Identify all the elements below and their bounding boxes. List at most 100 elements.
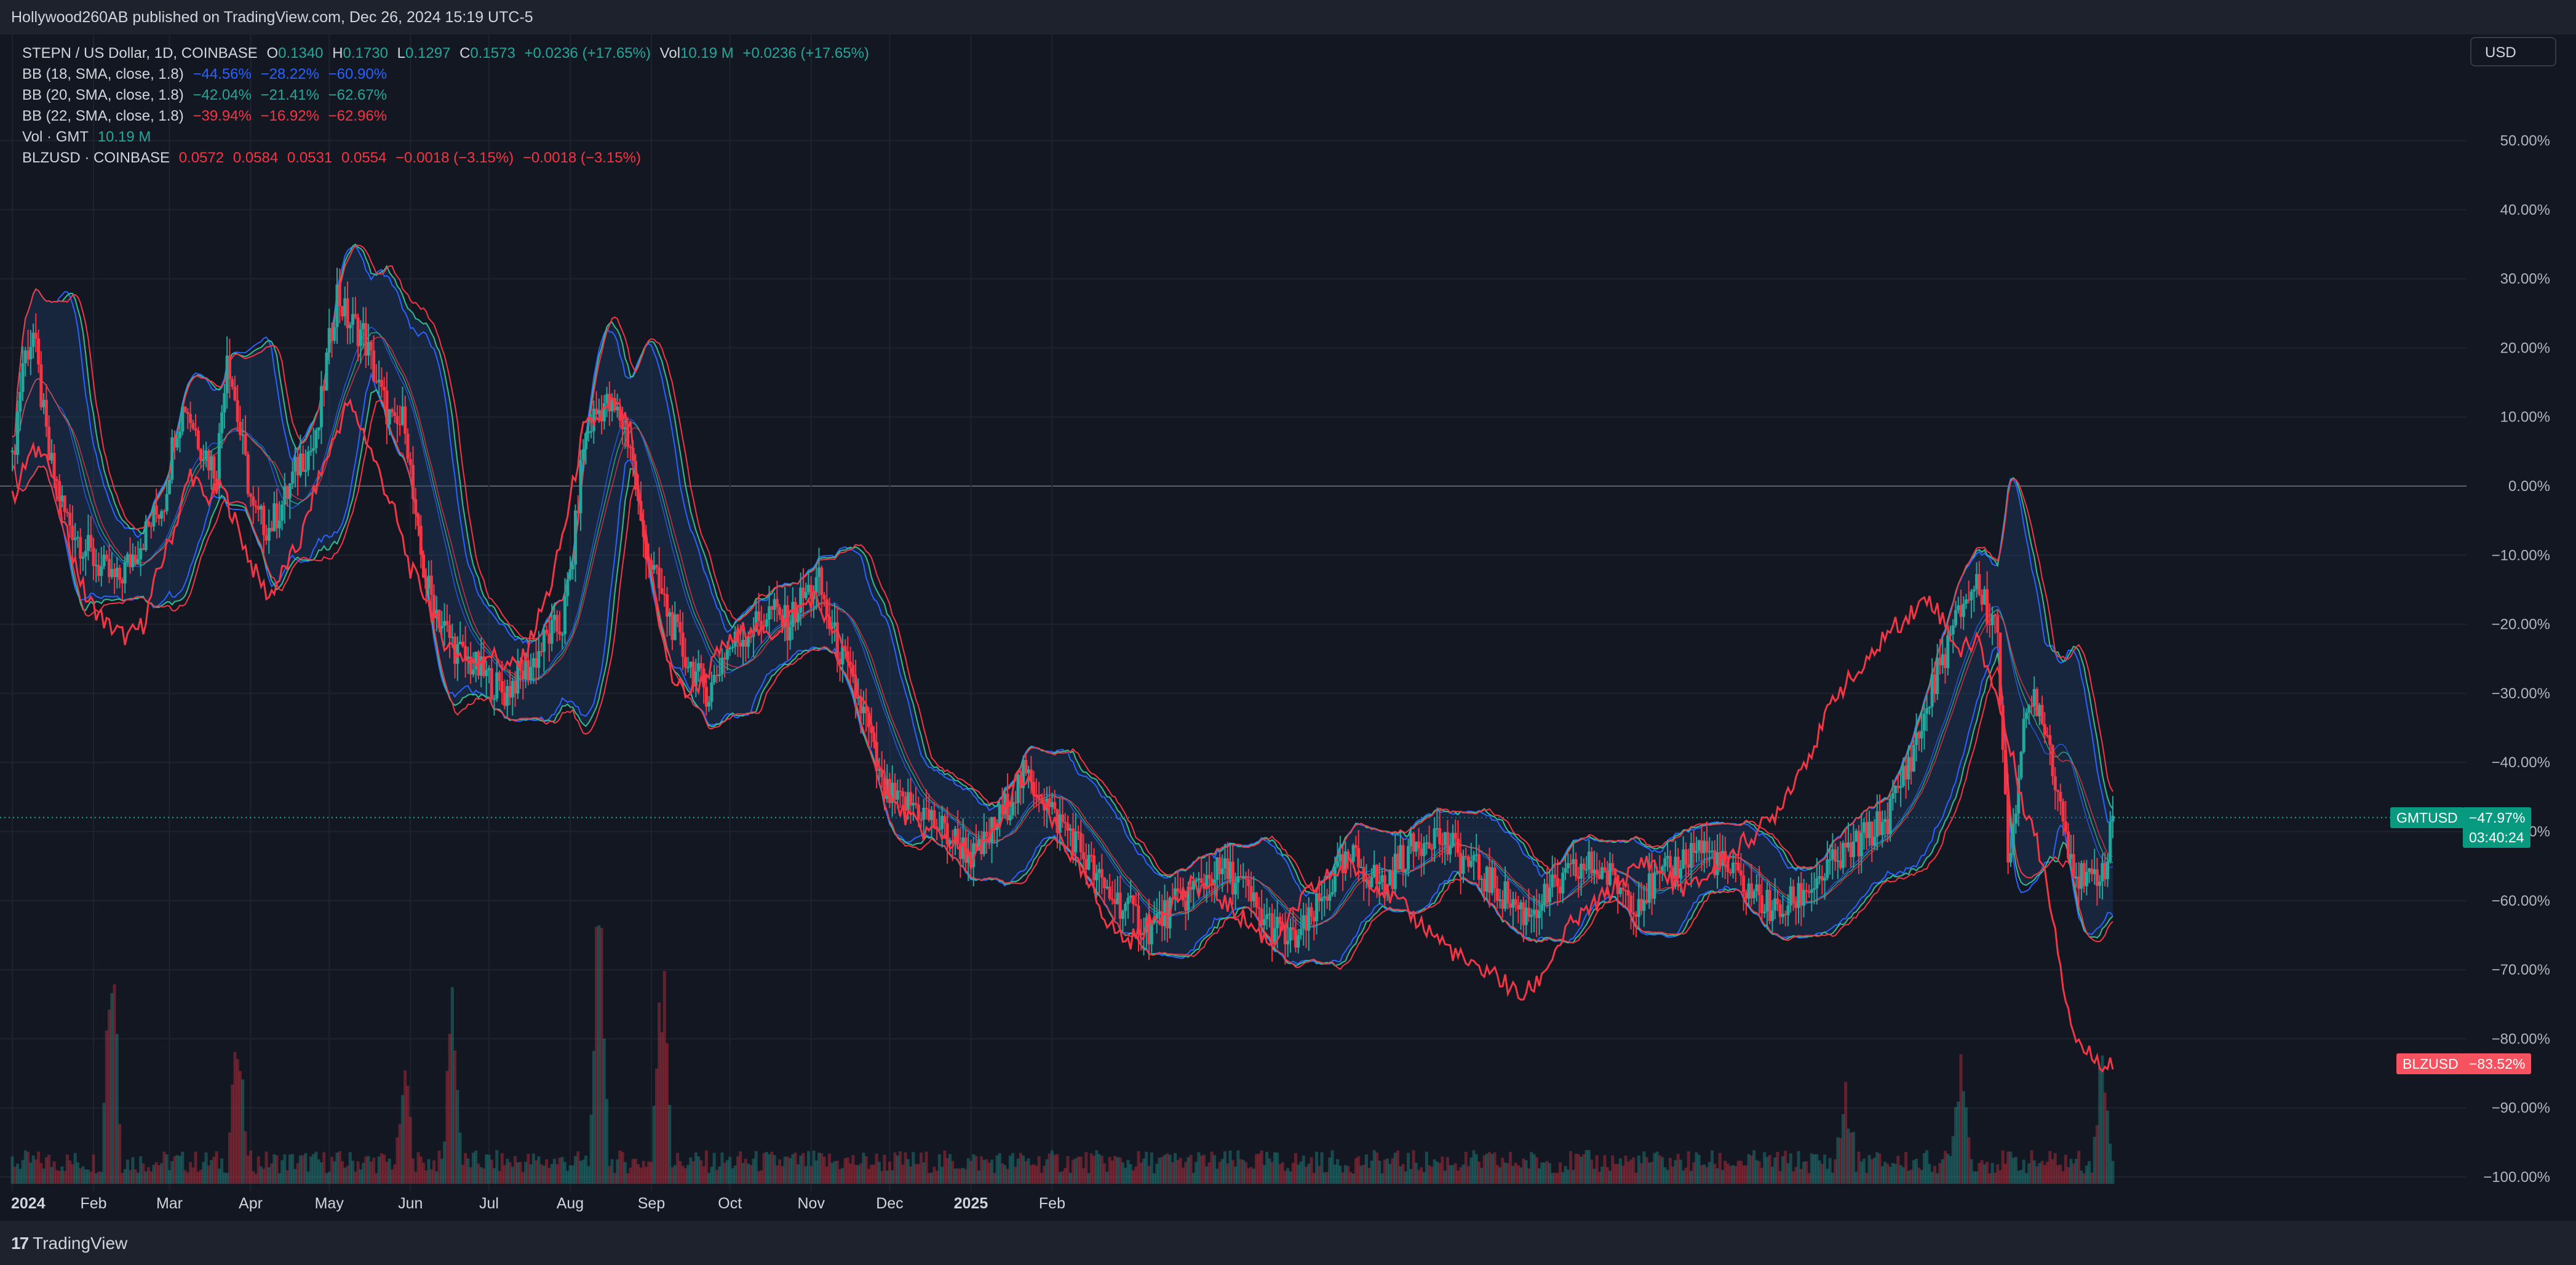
gmt-candle-body	[621, 420, 624, 429]
volume-bar	[1726, 1163, 1730, 1184]
gmt-candle-body	[1089, 855, 1093, 856]
volume-bar	[1501, 1157, 1505, 1184]
gmt-candle-body	[710, 682, 714, 702]
volume-bar	[765, 1152, 768, 1184]
volume-bar	[348, 1152, 352, 1184]
volume-bar	[789, 1158, 792, 1184]
volume-bar	[256, 1156, 260, 1184]
legend-bb22-row[interactable]: BB (22, SMA, close, 1.8) −39.94% −16.92%…	[22, 106, 874, 127]
gmt-candle-body	[277, 521, 281, 529]
volume-bar	[1875, 1152, 1879, 1184]
gmt-candle-body	[1574, 859, 1578, 877]
x-tick-label: 2025	[954, 1195, 988, 1212]
gmt-candle-body	[1488, 866, 1492, 893]
volume-bar	[1176, 1160, 1180, 1184]
volume-bar	[212, 1156, 216, 1184]
gmt-candle-body	[1414, 841, 1418, 852]
volume-bar	[1268, 1158, 1271, 1184]
gmt-candle-body	[1805, 890, 1808, 892]
volume-bar	[1749, 1155, 1753, 1184]
volume-bar	[1959, 1054, 1963, 1184]
volume-bar	[820, 1153, 824, 1184]
volume-bar	[1851, 1131, 1855, 1184]
legend-vol-row[interactable]: Vol · GMT 10.19 M	[22, 127, 874, 148]
volume-bar	[1621, 1165, 1625, 1184]
volume-bar	[359, 1169, 362, 1184]
volume-bar	[560, 1157, 564, 1184]
volume-bar	[1618, 1158, 1622, 1184]
gmt-candle-body	[1739, 870, 1743, 876]
gmt-candle-body	[133, 554, 137, 563]
tradingview-brand[interactable]: 17 TradingView	[11, 1234, 127, 1253]
gmt-candle-body	[1061, 814, 1064, 822]
volume-bar	[888, 1161, 891, 1184]
volume-bar	[812, 1150, 816, 1184]
gmt-candle-body	[1509, 903, 1513, 908]
x-tick-label: Mar	[156, 1195, 183, 1212]
volume-bar	[760, 1170, 763, 1184]
volume-bar	[1859, 1161, 1863, 1184]
volume-bar	[335, 1152, 339, 1184]
gmt-candle-body	[1443, 832, 1447, 845]
legend-bb20-row[interactable]: BB (20, SMA, close, 1.8) −42.04% −21.41%…	[22, 85, 874, 106]
gmt-candle-body	[602, 403, 606, 421]
gmt-candle-body	[2077, 876, 2081, 889]
volume-bar	[275, 1155, 279, 1184]
volume-bar	[1270, 1162, 1274, 1184]
gmt-candle-body	[893, 783, 897, 800]
gmt-candle-body	[1441, 844, 1444, 845]
gmt-candle-body	[521, 670, 525, 680]
gmt-candle-body	[1891, 793, 1894, 799]
volume-bar	[1949, 1155, 1952, 1184]
gmt-candle-body	[1823, 878, 1827, 881]
volume-bar	[1747, 1154, 1751, 1184]
volume-bar	[162, 1151, 166, 1184]
gmt-candle-body	[1354, 845, 1358, 848]
volume-bar	[783, 1156, 787, 1184]
gmt-candle-body	[2072, 854, 2075, 879]
volume-bar	[152, 1165, 156, 1184]
compare-close: 0.0554	[341, 150, 387, 166]
volume-bar	[341, 1161, 344, 1184]
volume-bar	[346, 1165, 349, 1184]
volume-bar	[1564, 1166, 1567, 1184]
time-axis[interactable]: 2024 Feb Mar Apr May Jun Jul Aug Sep Oct Nov Dec 202…	[11, 1195, 1065, 1212]
volume-bar	[668, 1104, 672, 1184]
gmt-candle-body	[1836, 860, 1840, 862]
volume-bar	[1813, 1154, 1816, 1184]
gmt-candle-body	[1925, 708, 1929, 714]
volume-bar	[1807, 1173, 1811, 1184]
gmt-candle-body	[1699, 840, 1703, 853]
gmt-candle-body	[1322, 896, 1326, 898]
legend-symbol[interactable]: STEPN / US Dollar, 1D, COINBASE	[22, 45, 258, 62]
gmt-candle-body	[1524, 908, 1528, 925]
volume-bar	[1645, 1157, 1648, 1184]
gmt-candle-body	[1412, 833, 1415, 852]
gmt-candle-body	[1703, 840, 1706, 853]
gmt-candle-body	[785, 605, 789, 640]
gmt-candle-body	[1100, 869, 1103, 878]
price-axis[interactable]: 50.00%40.00%30.00%20.00%10.00%0.00%−10.0…	[2483, 133, 2550, 1186]
gmt-candle-body	[1110, 898, 1114, 900]
volume-bar	[123, 1169, 127, 1184]
gmt-candle-body	[715, 675, 718, 677]
gmt-candle-body	[1050, 802, 1054, 807]
volume-bar	[105, 1030, 108, 1184]
legend-compare-row[interactable]: BLZUSD · COINBASE 0.0572 0.0584 0.0531 0…	[22, 148, 874, 169]
volume-bar	[1166, 1153, 1169, 1184]
gmt-candle-body	[985, 831, 988, 837]
gmt-candle-body	[1220, 868, 1224, 874]
bb22-basis: −39.94%	[193, 108, 252, 124]
volume-bar	[1244, 1162, 1248, 1184]
gmt-candle-body	[2111, 815, 2115, 822]
volume-bar	[1695, 1152, 1698, 1184]
volume-bar	[490, 1159, 493, 1184]
gmt-candle-body	[1506, 881, 1509, 904]
volume-bar	[508, 1162, 512, 1184]
legend-bb18-row[interactable]: BB (18, SMA, close, 1.8) −44.56% −28.22%…	[22, 64, 874, 85]
gmt-candle-body	[39, 364, 43, 408]
currency-button[interactable]: USD	[2470, 37, 2556, 66]
gmt-candle-body	[806, 585, 810, 593]
chart-pane[interactable]: 50.00%40.00%30.00%20.00%10.00%0.00%−10.0…	[0, 34, 2576, 1221]
gmt-candle-body	[175, 438, 179, 448]
